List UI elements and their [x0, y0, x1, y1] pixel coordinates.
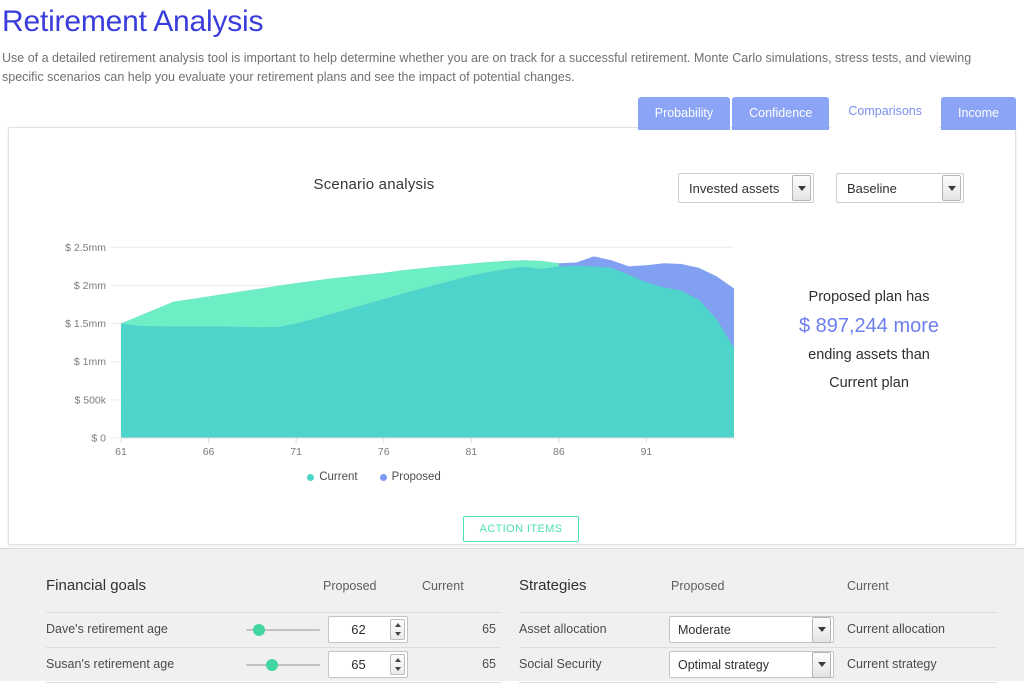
chevron-down-icon	[812, 617, 831, 643]
legend-label-proposed: Proposed	[392, 471, 441, 483]
chevron-down-icon	[812, 652, 831, 678]
strategies-header: Strategies Proposed Current	[519, 577, 997, 613]
stepper-value: 65	[329, 657, 390, 672]
svg-text:$ 2mm: $ 2mm	[74, 280, 106, 292]
svg-text:$ 500k: $ 500k	[74, 394, 106, 406]
strategy-current-value: Current allocation	[847, 622, 945, 636]
table-row: Susan's retirement age 65 65	[46, 648, 501, 683]
strategy-label: Asset allocation	[519, 622, 607, 636]
summary-line-3: Current plan	[829, 375, 909, 391]
bottom-panel: Financial goals Proposed Current Dave's …	[0, 548, 1024, 681]
legend-dot-proposed	[380, 474, 387, 481]
svg-text:71: 71	[290, 446, 302, 458]
stepper-arrows-icon[interactable]	[390, 654, 405, 675]
financial-goals-col-proposed: Proposed	[323, 579, 377, 593]
scenario-select[interactable]: Baseline	[836, 173, 964, 203]
svg-text:$ 2.5mm: $ 2.5mm	[65, 242, 106, 254]
asset-allocation-value: Moderate	[670, 623, 812, 637]
social-security-select[interactable]: Optimal strategy	[669, 651, 834, 678]
strategies-section: Strategies Proposed Current Asset alloca…	[519, 549, 997, 683]
slider-thumb[interactable]	[253, 624, 265, 636]
svg-text:66: 66	[203, 446, 215, 458]
goal-current-value: 65	[482, 622, 496, 636]
scenario-area-chart: $ 0 $ 500k $ 1mm $ 1.5mm $ 2mm $ 2.5mm 61 66 71 7…	[9, 208, 739, 493]
svg-text:81: 81	[465, 446, 477, 458]
tab-confidence[interactable]: Confidence	[732, 97, 829, 130]
tab-bar: Probability Confidence Comparisons Incom…	[638, 95, 1016, 130]
tab-probability[interactable]: Probability	[638, 97, 730, 130]
legend-item-proposed: Proposed	[380, 471, 441, 483]
metric-select-value: Invested assets	[679, 181, 792, 196]
scenario-analysis-card: Scenario analysis Invested assets Baseli…	[8, 127, 1016, 545]
page-title: Retirement Analysis	[0, 0, 1024, 40]
tab-income[interactable]: Income	[941, 97, 1016, 130]
strategies-col-proposed: Proposed	[671, 579, 725, 593]
goal-current-value: 65	[482, 657, 496, 671]
svg-text:76: 76	[378, 446, 390, 458]
svg-text:$ 0: $ 0	[91, 433, 106, 445]
table-row: Dave's retirement age 62 65	[46, 613, 501, 648]
slider-thumb[interactable]	[266, 659, 278, 671]
stepper-value: 62	[329, 622, 390, 637]
goal-label: Dave's retirement age	[46, 622, 168, 636]
chevron-down-icon	[792, 175, 811, 201]
susan-retirement-age-slider[interactable]	[246, 657, 320, 673]
asset-allocation-select[interactable]: Moderate	[669, 616, 834, 643]
scenario-select-value: Baseline	[837, 181, 942, 196]
dave-retirement-age-stepper[interactable]: 62	[328, 616, 408, 643]
legend-item-current: Current	[307, 471, 357, 483]
strategies-title: Strategies	[519, 577, 587, 594]
financial-goals-header: Financial goals Proposed Current	[46, 577, 501, 613]
table-row: Asset allocation Moderate Current alloca…	[519, 613, 997, 648]
chevron-down-icon	[942, 175, 961, 201]
svg-text:91: 91	[641, 446, 653, 458]
goal-label: Susan's retirement age	[46, 657, 174, 671]
chart-legend: Current Proposed	[9, 471, 739, 483]
financial-goals-title: Financial goals	[46, 577, 146, 594]
financial-goals-section: Financial goals Proposed Current Dave's …	[46, 549, 501, 683]
slider-track	[246, 664, 320, 666]
svg-text:61: 61	[115, 446, 127, 458]
susan-retirement-age-stepper[interactable]: 65	[328, 651, 408, 678]
strategy-label: Social Security	[519, 657, 602, 671]
intro-paragraph: Use of a detailed retirement analysis to…	[2, 49, 1007, 87]
action-items-button[interactable]: ACTION ITEMS	[463, 516, 579, 542]
chart-title: Scenario analysis	[9, 176, 739, 193]
stepper-arrows-icon[interactable]	[390, 619, 405, 640]
summary-amount: $ 897,244 more	[744, 311, 994, 341]
summary-text: Proposed plan has $ 897,244 more ending …	[744, 283, 994, 397]
tab-comparisons[interactable]: Comparisons	[831, 95, 939, 130]
financial-goals-col-current: Current	[422, 579, 464, 593]
summary-line-2: ending assets than	[808, 347, 930, 363]
svg-text:$ 1.5mm: $ 1.5mm	[65, 318, 106, 330]
legend-label-current: Current	[319, 471, 357, 483]
svg-text:$ 1mm: $ 1mm	[74, 356, 106, 368]
svg-text:86: 86	[553, 446, 565, 458]
table-row: Social Security Optimal strategy Current…	[519, 648, 997, 683]
strategies-col-current: Current	[847, 579, 889, 593]
metric-select[interactable]: Invested assets	[678, 173, 814, 203]
strategy-current-value: Current strategy	[847, 657, 937, 671]
legend-dot-current	[307, 474, 314, 481]
summary-line-1: Proposed plan has	[809, 289, 930, 305]
social-security-value: Optimal strategy	[670, 658, 812, 672]
dave-retirement-age-slider[interactable]	[246, 622, 320, 638]
